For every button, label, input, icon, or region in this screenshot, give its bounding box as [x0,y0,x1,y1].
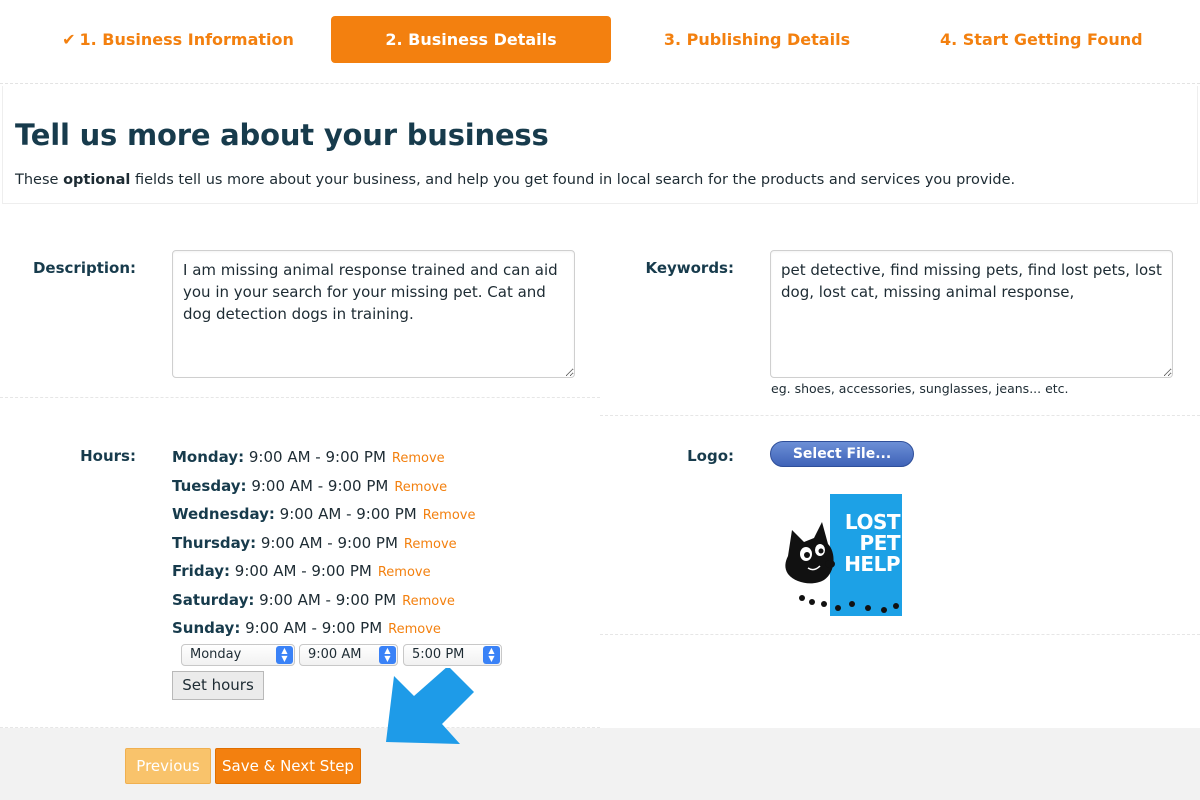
hours-list: Monday: 9:00 AM - 9:00 PM Remove Tuesday:… [172,446,475,646]
hours-row: Sunday: 9:00 AM - 9:00 PM Remove [172,617,475,646]
hours-time: 9:00 AM - 9:00 PM [274,505,417,523]
remove-hours-link[interactable]: Remove [392,451,445,466]
step-label: 2. Business Details [385,30,557,49]
step-business-details[interactable]: 2. Business Details [331,16,611,63]
keywords-hint: eg. shoes, accessories, sunglasses, jean… [771,381,1069,396]
hours-row: Thursday: 9:00 AM - 9:00 PM Remove [172,532,475,561]
logo-text-line: HELP [844,552,900,576]
description-label: Description: [32,259,136,277]
checkmark-icon: ✔ [62,30,76,49]
remove-hours-link[interactable]: Remove [378,565,431,580]
step-label: 4. Start Getting Found [940,30,1143,49]
hours-day: Tuesday: [172,476,247,495]
hours-label: Hours: [80,447,136,465]
intro-text-bold: optional [63,172,131,188]
logo-label: Logo: [687,447,734,465]
open-time-select[interactable]: 9:00 AM ▲ ▼ [299,644,398,666]
hours-day: Saturday: [172,590,255,609]
hours-day: Friday: [172,562,231,580]
step-label: 1. Business Information [79,30,294,49]
day-select-value: Monday [190,647,242,662]
select-file-button[interactable]: Select File... [770,441,914,467]
logo-text-line: LOST [844,510,901,534]
hours-time: 9:00 AM - 9:00 PM [230,562,372,580]
logo-image: LOST PET HELP [780,492,904,618]
remove-hours-link[interactable]: Remove [388,622,441,637]
intro-panel: Tell us more about your business These o… [2,86,1198,204]
step-publishing-details[interactable]: 3. Publishing Details [662,16,852,63]
intro-text: These optional fields tell us more about… [15,172,1015,188]
hours-time: 9:00 AM - 9:00 PM [246,476,389,495]
hours-time: 9:00 AM - 9:00 PM [244,448,386,466]
hours-time: 9:00 AM - 9:00 PM [254,590,397,609]
hours-day: Sunday: [172,619,241,637]
black-cat-icon [785,522,835,584]
hours-day: Monday: [172,448,245,466]
day-select[interactable]: Monday ▲ ▼ [181,644,295,666]
description-textarea[interactable]: I am missing animal response trained and… [172,250,575,378]
select-updown-icon: ▲ ▼ [483,646,500,664]
step-business-information[interactable]: ✔ 1. Business Information [60,16,296,63]
keywords-textarea[interactable]: pet detective, find missing pets, find l… [770,250,1173,378]
pointer-arrow-icon [386,668,474,744]
close-time-select[interactable]: 5:00 PM ▲ ▼ [403,644,502,666]
hours-row: Wednesday: 9:00 AM - 9:00 PM Remove [172,503,475,532]
section-divider [0,727,600,728]
hours-day: Thursday: [172,533,257,552]
set-hours-button[interactable]: Set hours [172,671,264,700]
intro-text-start: These [15,172,64,188]
step-start-getting-found[interactable]: 4. Start Getting Found [940,16,1143,63]
logo-text-line: PET [859,531,901,555]
logo-text: LOST PET HELP [832,512,900,575]
keywords-label: Keywords: [645,259,734,277]
open-time-value: 9:00 AM [308,647,362,662]
remove-hours-link[interactable]: Remove [404,537,457,552]
save-next-step-button[interactable]: Save & Next Step [215,748,361,784]
section-divider [600,415,1200,416]
step-label: 3. Publishing Details [663,30,851,49]
remove-hours-link[interactable]: Remove [402,594,455,609]
hours-time: 9:00 AM - 9:00 PM [256,533,398,552]
close-time-value: 5:00 PM [412,647,465,662]
section-divider [0,397,600,398]
select-updown-icon: ▲ ▼ [276,646,293,664]
hours-time: 9:00 AM - 9:00 PM [240,619,383,637]
select-updown-icon: ▲ ▼ [379,646,396,664]
hours-row: Tuesday: 9:00 AM - 9:00 PM Remove [172,475,475,504]
hours-day: Wednesday: [172,505,275,523]
hours-row: Monday: 9:00 AM - 9:00 PM Remove [172,446,475,475]
intro-text-end: fields tell us more about your business,… [130,172,1016,188]
remove-hours-link[interactable]: Remove [423,508,476,523]
hours-row: Friday: 9:00 AM - 9:00 PM Remove [172,560,475,589]
remove-hours-link[interactable]: Remove [394,480,447,495]
hours-row: Saturday: 9:00 AM - 9:00 PM Remove [172,589,475,618]
previous-button[interactable]: Previous [125,748,211,784]
page-title: Tell us more about your business [15,118,549,152]
step-navigation: ✔ 1. Business Information 2. Business Det… [0,0,1200,84]
section-divider [600,634,1200,635]
